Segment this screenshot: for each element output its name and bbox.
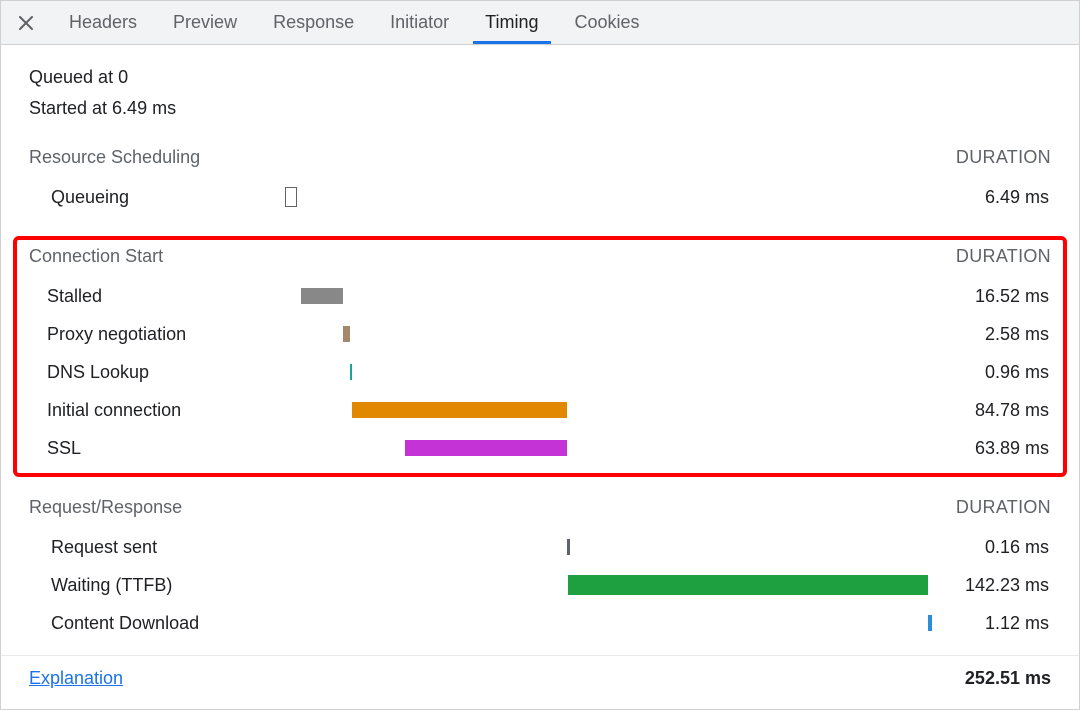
timing-bar	[285, 187, 297, 207]
tab-response[interactable]: Response	[255, 1, 372, 44]
timing-row-value: 6.49 ms	[941, 187, 1051, 208]
timing-row-value: 16.52 ms	[941, 286, 1051, 307]
timing-row-label: Content Download	[29, 613, 285, 634]
timing-bar	[350, 364, 352, 380]
total-duration: 252.51 ms	[965, 668, 1051, 689]
tabs: HeadersPreviewResponseInitiatorTimingCoo…	[51, 1, 658, 44]
timing-row-value: 142.23 ms	[941, 575, 1051, 596]
bar-track	[285, 364, 941, 380]
timing-row: Content Download 1.12 ms	[29, 604, 1051, 642]
timing-bar	[567, 539, 570, 555]
timing-bar	[301, 288, 343, 304]
timing-bar	[928, 615, 932, 631]
bar-track	[285, 189, 941, 205]
tab-initiator[interactable]: Initiator	[372, 1, 467, 44]
group-header: Resource Scheduling DURATION	[29, 147, 1051, 168]
timing-bar	[352, 402, 567, 418]
bar-track	[285, 440, 941, 456]
close-icon[interactable]	[9, 1, 43, 44]
timing-row: Stalled 16.52 ms	[29, 277, 1051, 315]
footer: Explanation 252.51 ms	[1, 655, 1079, 709]
queued-at: Queued at 0	[29, 67, 1051, 88]
timing-row-value: 63.89 ms	[941, 438, 1051, 459]
explanation-link[interactable]: Explanation	[29, 668, 123, 689]
tab-cookies[interactable]: Cookies	[557, 1, 658, 44]
timing-group: Request/Response DURATION Request sent 0.16…	[29, 497, 1051, 642]
timing-row: Proxy negotiation 2.58 ms	[29, 315, 1051, 353]
group-title: Request/Response	[29, 497, 182, 518]
timing-content: Queued at 0 Started at 6.49 ms Resource …	[1, 45, 1079, 642]
timing-row-label: Stalled	[29, 286, 285, 307]
timing-row-value: 1.12 ms	[941, 613, 1051, 634]
timing-bar	[568, 575, 928, 595]
timing-row-label: DNS Lookup	[29, 362, 285, 383]
timing-row-value: 0.16 ms	[941, 537, 1051, 558]
timing-row-label: Initial connection	[29, 400, 285, 421]
timing-row: Request sent 0.16 ms	[29, 528, 1051, 566]
duration-column-label: DURATION	[956, 497, 1051, 518]
tab-timing[interactable]: Timing	[467, 1, 556, 44]
timing-group: Resource Scheduling DURATION Queueing 6.49 …	[29, 147, 1051, 216]
timing-row-value: 0.96 ms	[941, 362, 1051, 383]
tab-headers[interactable]: Headers	[51, 1, 155, 44]
timing-row-label: Request sent	[29, 537, 285, 558]
timing-group: Connection Start DURATION Stalled 16.52 ms P…	[13, 236, 1067, 477]
group-header: Connection Start DURATION	[29, 246, 1051, 267]
bar-track	[285, 402, 941, 418]
bar-track	[285, 539, 941, 555]
timing-row: Initial connection 84.78 ms	[29, 391, 1051, 429]
group-title: Connection Start	[29, 246, 163, 267]
bar-track	[285, 577, 941, 593]
bar-track	[285, 288, 941, 304]
timing-row: Waiting (TTFB) 142.23 ms	[29, 566, 1051, 604]
timing-row: SSL 63.89 ms	[29, 429, 1051, 467]
timing-row: Queueing 6.49 ms	[29, 178, 1051, 216]
timing-row-value: 2.58 ms	[941, 324, 1051, 345]
timing-row-label: Proxy negotiation	[29, 324, 285, 345]
started-at: Started at 6.49 ms	[29, 98, 1051, 119]
group-title: Resource Scheduling	[29, 147, 200, 168]
duration-column-label: DURATION	[956, 246, 1051, 267]
bar-track	[285, 326, 941, 342]
bar-track	[285, 615, 941, 631]
timing-bar	[343, 326, 350, 342]
group-header: Request/Response DURATION	[29, 497, 1051, 518]
timing-row-label: Waiting (TTFB)	[29, 575, 285, 596]
timing-bar	[405, 440, 567, 456]
tab-preview[interactable]: Preview	[155, 1, 255, 44]
duration-column-label: DURATION	[956, 147, 1051, 168]
timing-row-value: 84.78 ms	[941, 400, 1051, 421]
devtools-timing-panel: HeadersPreviewResponseInitiatorTimingCoo…	[0, 0, 1080, 710]
tab-bar: HeadersPreviewResponseInitiatorTimingCoo…	[1, 1, 1079, 45]
timing-row-label: SSL	[29, 438, 285, 459]
timing-row-label: Queueing	[29, 187, 285, 208]
timing-row: DNS Lookup 0.96 ms	[29, 353, 1051, 391]
